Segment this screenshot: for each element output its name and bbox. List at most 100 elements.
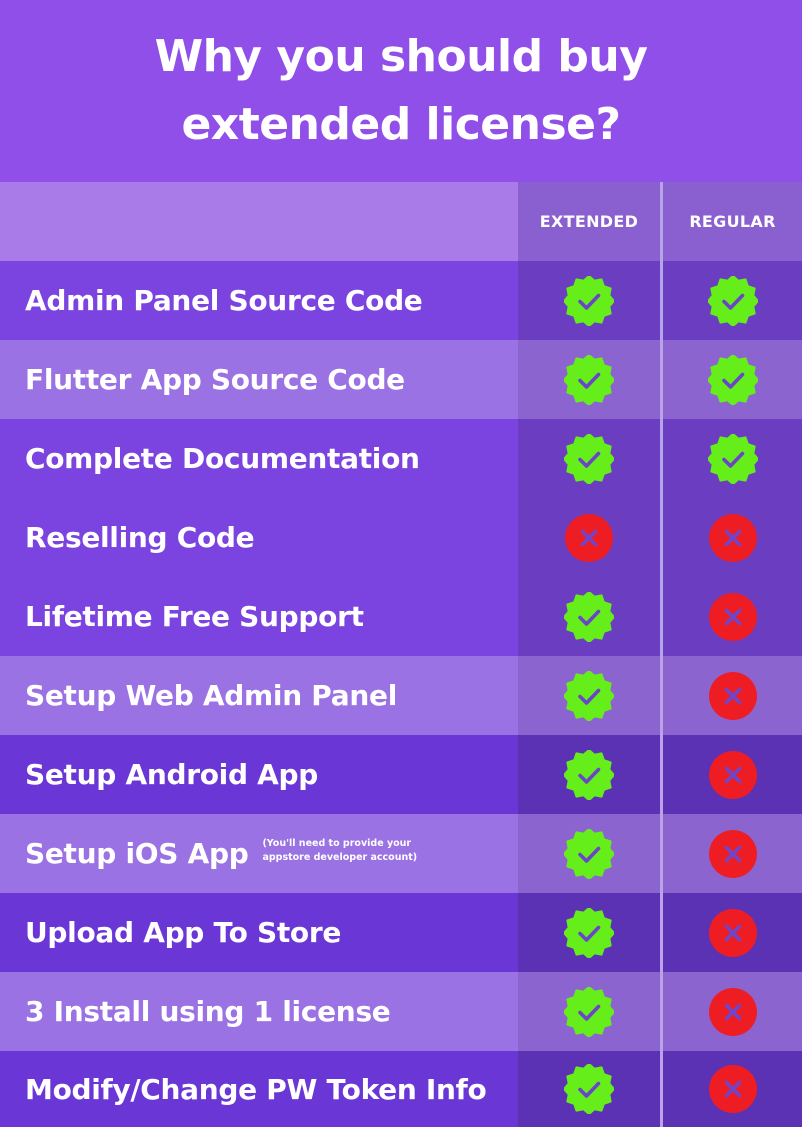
cross-badge-icon <box>708 1065 757 1113</box>
cross-badge-icon <box>708 987 757 1036</box>
check-badge-icon <box>564 1064 614 1114</box>
feature-cell: Reselling Code <box>0 498 518 577</box>
table-row: Reselling Code <box>0 498 802 577</box>
extended-cell <box>518 577 660 656</box>
table-row: 3 Install using 1 license <box>0 972 802 1051</box>
extended-cell <box>518 656 660 735</box>
feature-note: (You'll need to provide your appstore de… <box>262 837 417 865</box>
cross-badge-icon <box>565 513 613 562</box>
table-row: Admin Panel Source Code <box>0 261 802 340</box>
extended-cell <box>518 893 660 972</box>
feature-label: Modify/Change PW Token Info <box>25 1072 487 1106</box>
page-title: Why you should buy extended license? <box>154 31 648 150</box>
regular-cell <box>663 1051 802 1127</box>
extended-cell <box>518 261 660 340</box>
feature-cell: Admin Panel Source Code <box>0 261 518 340</box>
extended-cell <box>518 1051 660 1127</box>
check-badge-shape <box>564 907 614 958</box>
check-badge-icon <box>564 907 614 958</box>
table-row: Modify/Change PW Token Info <box>0 1051 802 1127</box>
table-row: Lifetime Free Support <box>0 577 802 656</box>
check-badge-icon <box>564 275 614 326</box>
extended-cell <box>518 498 660 577</box>
check-badge-icon <box>707 275 758 326</box>
header-banner: Why you should buy extended license? <box>0 0 802 182</box>
regular-cell <box>663 577 802 656</box>
extended-cell <box>518 419 660 498</box>
feature-label: Setup Android App <box>25 758 319 791</box>
check-badge-shape <box>564 670 614 721</box>
feature-cell: Lifetime Free Support <box>0 577 518 656</box>
check-badge-icon <box>707 433 758 484</box>
check-badge-shape <box>564 433 614 484</box>
table-row: Setup Web Admin Panel <box>0 656 802 735</box>
table-row: Flutter App Source Code <box>0 340 802 419</box>
extended-cell <box>518 340 660 419</box>
check-badge-icon <box>564 354 614 405</box>
feature-label: Complete Documentation <box>25 442 420 475</box>
column-divider <box>660 182 663 1127</box>
check-badge-icon <box>564 828 614 879</box>
check-badge-shape <box>564 354 614 405</box>
regular-cell <box>663 814 802 893</box>
check-badge-shape <box>564 749 614 800</box>
regular-cell <box>663 498 802 577</box>
extended-cell <box>518 814 660 893</box>
feature-cell: Setup Web Admin Panel <box>0 656 518 735</box>
feature-cell: Flutter App Source Code <box>0 340 518 419</box>
feature-cell: Setup iOS App (You'll need to provide yo… <box>0 814 518 893</box>
check-badge-shape <box>564 275 614 326</box>
feature-cell: 3 Install using 1 license <box>0 972 518 1051</box>
check-badge-shape <box>564 591 614 642</box>
regular-cell <box>663 419 802 498</box>
regular-cell <box>663 972 802 1051</box>
check-badge-shape <box>564 828 614 879</box>
regular-cell <box>663 261 802 340</box>
cross-badge-icon <box>708 513 757 562</box>
feature-cell: Upload App To Store <box>0 893 518 972</box>
table-row: Setup iOS App (You'll need to provide yo… <box>0 814 802 893</box>
table-row: Complete Documentation <box>0 419 802 498</box>
check-badge-shape <box>564 1064 614 1114</box>
feature-label: 3 Install using 1 license <box>25 995 391 1028</box>
cross-badge-icon <box>708 829 757 878</box>
feature-label: Admin Panel Source Code <box>25 284 423 317</box>
feature-cell: Setup Android App <box>0 735 518 814</box>
regular-cell <box>663 735 802 814</box>
extended-cell <box>518 735 660 814</box>
extended-cell <box>518 972 660 1051</box>
check-badge-icon <box>564 986 614 1037</box>
check-badge-icon <box>564 749 614 800</box>
feature-cell: Complete Documentation <box>0 419 518 498</box>
check-badge-shape <box>707 433 758 484</box>
regular-cell <box>663 893 802 972</box>
regular-cell <box>663 656 802 735</box>
check-badge-shape <box>707 275 758 326</box>
comparison-table: EXTENDED REGULAR Admin Panel Source Code… <box>0 182 802 1127</box>
cross-badge-icon <box>708 671 757 720</box>
check-badge-shape <box>707 354 758 405</box>
feature-label: Lifetime Free Support <box>25 600 364 633</box>
check-badge-icon <box>564 670 614 721</box>
feature-label: Flutter App Source Code <box>25 363 405 396</box>
cross-badge-icon <box>708 908 757 957</box>
feature-label: Setup Web Admin Panel <box>25 679 397 712</box>
check-badge-icon <box>564 433 614 484</box>
regular-cell <box>663 340 802 419</box>
feature-note-line: appstore developer account) <box>262 851 418 863</box>
check-badge-shape <box>564 986 614 1037</box>
check-badge-icon <box>564 591 614 642</box>
feature-cell: Modify/Change PW Token Info <box>0 1051 518 1127</box>
check-badge-icon <box>707 354 758 405</box>
table-row: Upload App To Store <box>0 893 802 972</box>
feature-label: Upload App To Store <box>25 916 342 949</box>
table-row: Setup Android App <box>0 735 802 814</box>
feature-label: Setup iOS App <box>25 837 249 870</box>
column-header-regular: REGULAR <box>663 182 802 261</box>
table-header-row: EXTENDED REGULAR <box>0 182 802 261</box>
feature-label: Reselling Code <box>25 521 255 554</box>
license-comparison-page: Why you should buy extended license? EXT… <box>0 0 802 1127</box>
feature-note-line: (You'll need to provide your <box>262 837 412 849</box>
column-header-extended: EXTENDED <box>518 182 660 261</box>
cross-badge-icon <box>708 592 757 641</box>
